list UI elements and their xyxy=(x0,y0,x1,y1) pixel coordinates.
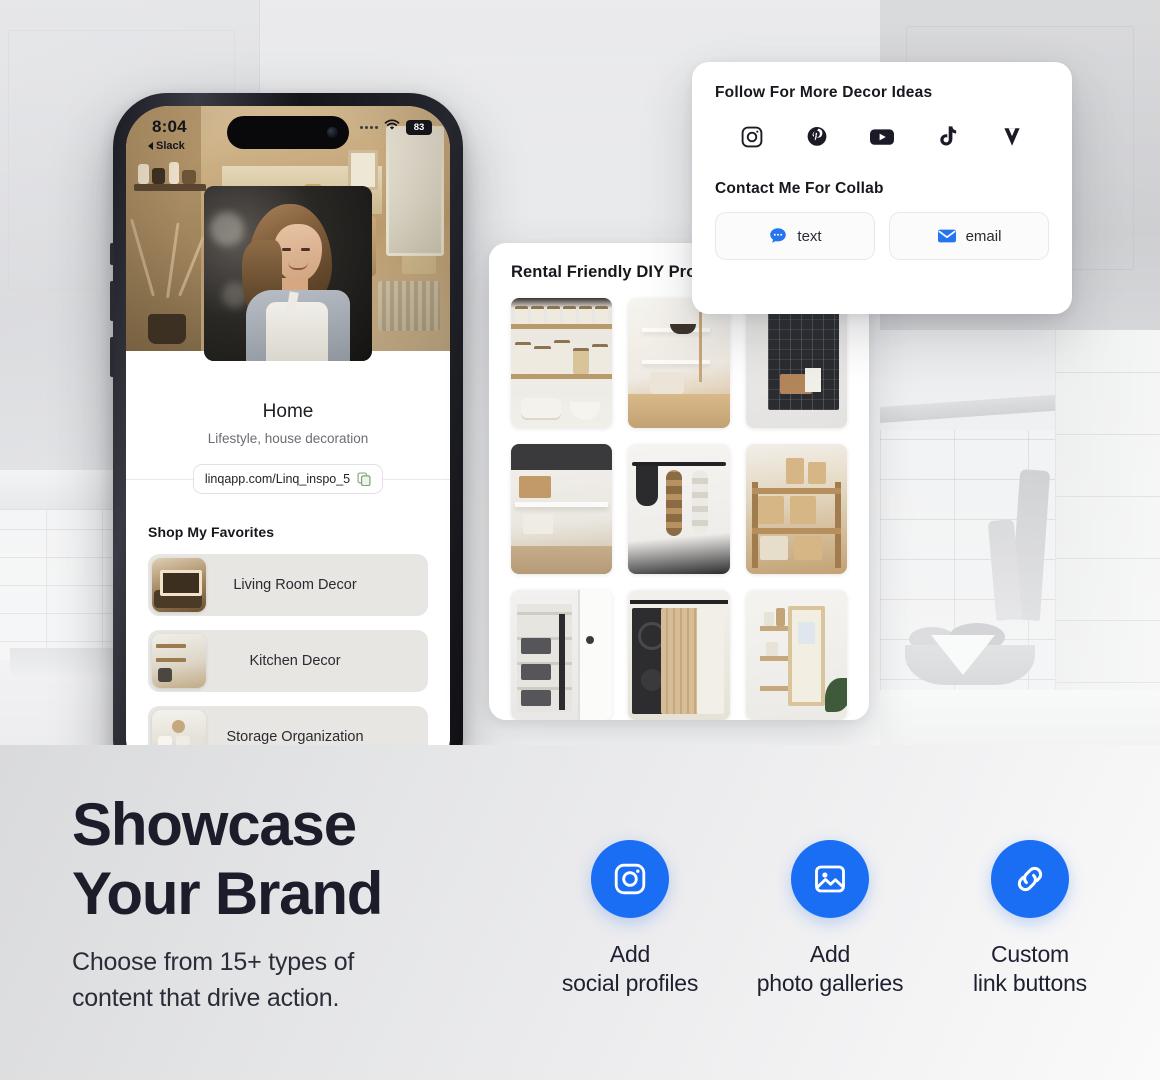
photo-gallery-card: Rental Friendly DIY Proj xyxy=(489,243,869,720)
contact-section-title: Contact Me For Collab xyxy=(715,180,884,197)
avatar xyxy=(204,186,372,361)
feature-social-profiles: Add social profiles xyxy=(540,840,720,999)
promo-subhead: Choose from 15+ types of content that dr… xyxy=(72,945,472,1016)
feature-label-line-1: Add xyxy=(809,941,851,967)
phone-content: Home Lifestyle, house decoration linqapp… xyxy=(126,351,450,745)
phone-screen: 8:04 Slack 83 Home Lifestyle, house deco… xyxy=(126,106,450,745)
photo-image-icon xyxy=(791,840,869,918)
list-item-label: Storage Organization xyxy=(226,729,364,745)
signal-dots-icon xyxy=(360,125,378,129)
list-item-label: Living Room Decor xyxy=(233,577,357,593)
profile-url-pill[interactable]: linqapp.com/Linq_inspo_5 xyxy=(192,464,384,494)
gallery-grid xyxy=(511,298,847,720)
contact-card: Follow For More Decor Ideas Contact Me F… xyxy=(692,62,1072,314)
status-indicators: 83 xyxy=(360,118,432,136)
vimeo-icon[interactable] xyxy=(999,124,1025,150)
favorites-list: Living Room Decor Kitchen Decor Storage … xyxy=(148,554,428,745)
kitchen-thumb xyxy=(152,634,206,688)
feature-link-buttons: Custom link buttons xyxy=(940,840,1120,999)
profile-tagline: Lifestyle, house decoration xyxy=(207,431,369,446)
list-item-label: Kitchen Decor xyxy=(249,653,341,669)
storage-thumb xyxy=(152,710,206,745)
feature-label-line-2: link buttons xyxy=(973,970,1087,997)
follow-section-title: Follow For More Decor Ideas xyxy=(715,84,933,101)
living-room-thumb xyxy=(152,558,206,612)
feature-label-line-1: Add xyxy=(609,941,651,967)
gallery-photo[interactable] xyxy=(511,590,613,720)
text-button[interactable]: text xyxy=(715,212,875,260)
page-root: 8:04 Slack 83 Home Lifestyle, house deco… xyxy=(0,0,1160,1080)
phone-side-buttons xyxy=(110,243,114,393)
list-item[interactable]: Storage Organization xyxy=(148,706,428,745)
dynamic-island xyxy=(227,116,349,149)
gallery-photo[interactable] xyxy=(511,444,613,574)
contact-buttons: text email xyxy=(715,212,1049,260)
feature-label-line-1: Custom xyxy=(990,941,1070,967)
front-camera-icon xyxy=(327,127,338,138)
gallery-photo[interactable] xyxy=(745,298,847,428)
back-to-app-link[interactable]: Slack xyxy=(148,140,185,152)
favorites-section-title: Shop My Favorites xyxy=(148,524,275,540)
instagram-icon[interactable] xyxy=(739,124,765,150)
promo-headline: Showcase Your Brand xyxy=(72,790,383,928)
promo-features: Add social profiles Add photo galleries xyxy=(530,840,1130,999)
tiktok-icon[interactable] xyxy=(934,124,960,150)
back-app-label: Slack xyxy=(156,140,185,152)
gallery-photo[interactable] xyxy=(628,590,730,720)
subhead-line-1: Choose from 15+ types of xyxy=(72,948,355,976)
feature-label: Add photo galleries xyxy=(757,940,904,999)
copy-icon[interactable] xyxy=(357,472,371,487)
feature-label-line-2: photo galleries xyxy=(756,970,904,997)
envelope-icon xyxy=(937,226,957,246)
headline-line-2: Your Brand xyxy=(72,860,383,927)
gallery-photo[interactable] xyxy=(511,298,613,428)
promo-section: Showcase Your Brand Choose from 15+ type… xyxy=(0,745,1160,1080)
profile-url-row: linqapp.com/Linq_inspo_5 xyxy=(126,464,450,494)
feature-photo-galleries: Add photo galleries xyxy=(740,840,920,999)
youtube-icon[interactable] xyxy=(869,124,895,150)
link-chain-icon xyxy=(991,840,1069,918)
hero-section: 8:04 Slack 83 Home Lifestyle, house deco… xyxy=(0,0,1160,745)
list-item[interactable]: Kitchen Decor xyxy=(148,630,428,692)
feature-label-line-2: social profiles xyxy=(561,970,699,997)
list-item[interactable]: Living Room Decor xyxy=(148,554,428,616)
email-button-label: email xyxy=(965,227,1002,245)
page-title: Home xyxy=(262,401,314,422)
headline-line-1: Showcase xyxy=(72,791,357,858)
gallery-photo[interactable] xyxy=(628,444,730,574)
feature-label: Custom link buttons xyxy=(973,940,1087,999)
wifi-icon xyxy=(384,118,400,136)
profile-url-text: linqapp.com/Linq_inspo_5 xyxy=(204,472,351,486)
social-icons-row xyxy=(715,124,1049,150)
battery-indicator: 83 xyxy=(406,119,432,135)
gallery-photo[interactable] xyxy=(745,590,847,720)
text-button-label: text xyxy=(797,227,822,245)
feature-label: Add social profiles xyxy=(561,940,699,999)
pinterest-icon[interactable] xyxy=(804,124,830,150)
email-button[interactable]: email xyxy=(889,212,1049,260)
gallery-photo[interactable] xyxy=(628,298,730,428)
phone-mockup: 8:04 Slack 83 Home Lifestyle, house deco… xyxy=(110,93,463,745)
message-bubble-icon xyxy=(768,226,788,246)
back-arrow-icon xyxy=(148,142,153,150)
status-time: 8:04 xyxy=(152,117,187,136)
gallery-photo[interactable] xyxy=(745,444,847,574)
instagram-icon xyxy=(591,840,669,918)
subhead-line-2: content that drive action. xyxy=(72,983,340,1012)
